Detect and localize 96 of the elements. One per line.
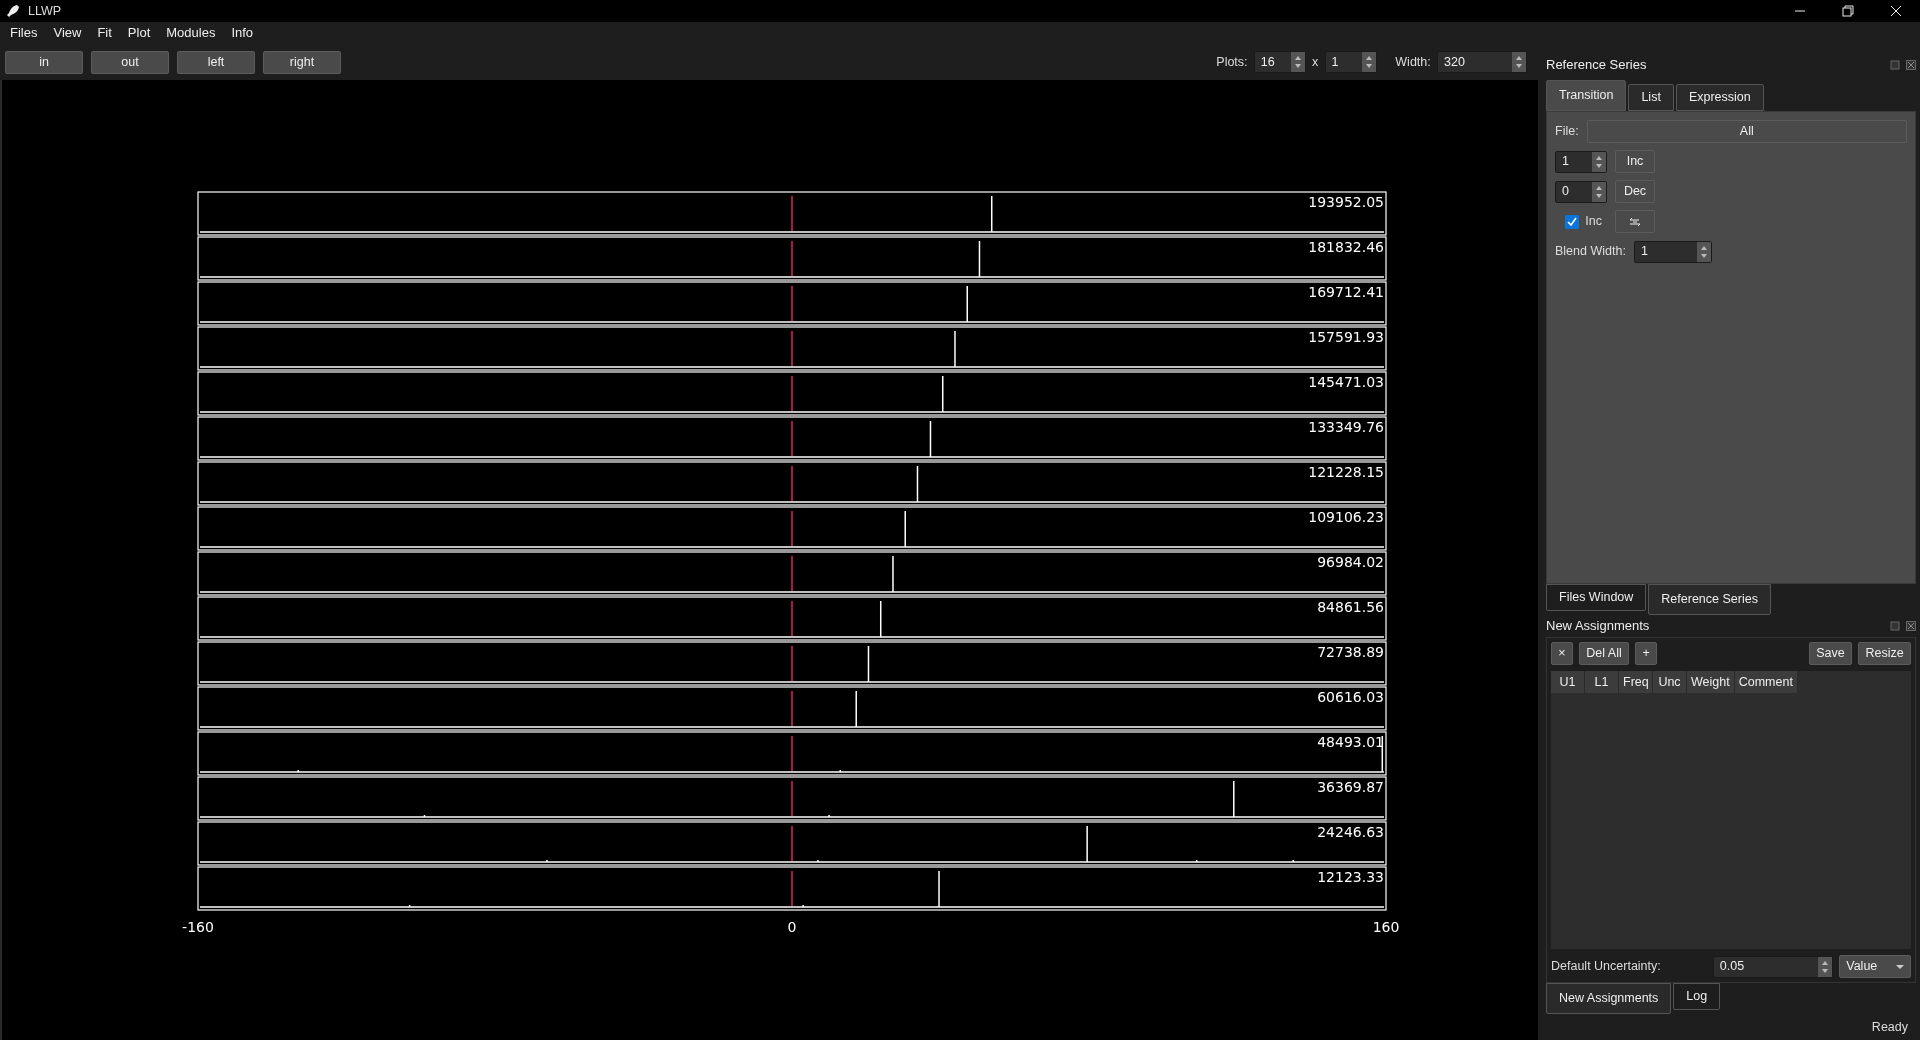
frequency-label: 145471.03 (1308, 374, 1384, 390)
spin-box[interactable]: 0.05 (1712, 955, 1833, 978)
panel-title: Reference Series (1546, 56, 1647, 75)
menu-item[interactable]: View (53, 23, 82, 43)
spin-arrows-icon[interactable] (1514, 54, 1524, 70)
swap-button[interactable] (1615, 210, 1655, 234)
reference-marker (791, 330, 793, 367)
column-header[interactable]: L1 (1585, 670, 1619, 694)
frequency-label: 96984.02 (1317, 554, 1384, 570)
reference-marker (791, 825, 793, 862)
times-label: x (1312, 53, 1319, 71)
frequency-label: 60616.03 (1317, 689, 1384, 705)
toolbar-button[interactable]: right (263, 50, 341, 74)
float-icon[interactable] (1889, 620, 1900, 631)
column-header[interactable]: U1 (1551, 670, 1585, 694)
reference-marker (791, 195, 793, 232)
reference-marker (791, 240, 793, 277)
dock-tab[interactable]: Reference Series (1648, 583, 1771, 615)
status-text: Ready (1871, 1018, 1908, 1036)
dock-tab[interactable]: Log (1673, 983, 1721, 1010)
toolbar-button[interactable]: Resize (1858, 641, 1911, 665)
frequency-label: 133349.76 (1308, 419, 1384, 435)
menu-item[interactable]: Fit (97, 23, 112, 43)
toolbar-button[interactable]: out (91, 50, 169, 74)
inc-button[interactable]: Inc (1615, 150, 1655, 174)
panel-title: New Assignments (1546, 616, 1650, 635)
checkbox-label: Inc (1585, 213, 1602, 231)
spin-box[interactable]: 0 (1555, 180, 1607, 203)
frequency-label: 36369.87 (1317, 779, 1384, 795)
reference-marker (791, 645, 793, 682)
spin-box[interactable]: 16 (1253, 51, 1306, 73)
spin-arrows-icon[interactable] (1363, 54, 1374, 70)
frequency-label: 181832.46 (1308, 239, 1384, 255)
spin-box[interactable]: 1 (1324, 51, 1377, 73)
dec-button[interactable]: Dec (1615, 180, 1655, 204)
frequency-label: 169712.41 (1308, 284, 1384, 300)
frequency-label: 157591.93 (1308, 329, 1384, 345)
rocket-icon (6, 4, 20, 18)
spin-box[interactable]: 1 (1555, 150, 1607, 173)
caret-icon[interactable] (1895, 964, 1904, 969)
toolbar-button[interactable]: Del All (1579, 641, 1629, 665)
reference-marker (791, 870, 793, 907)
menu-item[interactable]: Plot (127, 23, 151, 43)
reference-marker (791, 735, 793, 772)
frequency-label: 84861.56 (1317, 599, 1384, 615)
spin-box[interactable]: 320 (1437, 51, 1527, 73)
column-header[interactable]: Weight (1687, 670, 1735, 694)
file-select-button[interactable]: All (1586, 120, 1907, 144)
frequency-label: 121228.15 (1308, 464, 1384, 480)
column-header[interactable]: Comment (1734, 670, 1798, 694)
dock-tab[interactable]: New Assignments (1546, 983, 1672, 1014)
menu-item[interactable]: Files (10, 23, 38, 43)
reference-marker (791, 555, 793, 592)
toolbar-button[interactable]: left (177, 50, 255, 74)
checkbox[interactable] (1565, 214, 1579, 229)
reference-marker (791, 510, 793, 547)
column-header[interactable]: Freq (1619, 670, 1653, 694)
window-title: LLWP (28, 2, 62, 20)
reference-marker (791, 285, 793, 322)
frequency-label: 72738.89 (1317, 644, 1384, 660)
frequency-label: 12123.33 (1317, 869, 1384, 885)
axis-tick-label: -160 (182, 919, 214, 935)
reference-marker (791, 780, 793, 817)
menu-item[interactable]: Info (231, 23, 254, 43)
swap-arrows-icon (1629, 216, 1641, 227)
file-label: File: (1555, 123, 1579, 141)
spin-arrows-icon[interactable] (1292, 54, 1303, 70)
uncertainty-label: Default Uncertainty: (1551, 958, 1661, 976)
reference-marker (791, 420, 793, 457)
width-label: Width: (1395, 53, 1431, 71)
toolbar-button[interactable]: × (1551, 641, 1573, 665)
axis-tick-label: 0 (787, 919, 797, 935)
frequency-label: 48493.01 (1317, 734, 1384, 750)
tab[interactable]: Expression (1675, 84, 1764, 111)
menu-item[interactable]: Modules (166, 23, 216, 43)
float-icon[interactable] (1889, 60, 1900, 70)
plots-label: Plots: (1216, 53, 1248, 71)
spin-box[interactable]: 1 (1633, 240, 1712, 263)
dock-tab[interactable]: Files Window (1546, 583, 1647, 611)
frequency-label: 109106.23 (1308, 509, 1384, 525)
toolbar-button[interactable]: + (1635, 641, 1658, 665)
toolbar-button[interactable]: in (5, 50, 83, 74)
axis-tick-label: 160 (1372, 919, 1400, 935)
frequency-label: 24246.63 (1317, 824, 1384, 840)
reference-marker (791, 375, 793, 412)
tab[interactable]: Transition (1546, 80, 1627, 111)
blend-width-label: Blend Width: (1555, 243, 1626, 261)
mode-dropdown[interactable]: Value (1839, 955, 1911, 979)
reference-marker (791, 600, 793, 637)
reference-marker (791, 690, 793, 727)
column-header[interactable]: Unc (1653, 670, 1687, 694)
frequency-label: 193952.05 (1308, 194, 1384, 210)
toolbar-button[interactable]: Save (1809, 641, 1853, 665)
restore-icon[interactable] (1842, 5, 1854, 17)
tab[interactable]: List (1628, 84, 1674, 111)
reference-marker (791, 465, 793, 502)
